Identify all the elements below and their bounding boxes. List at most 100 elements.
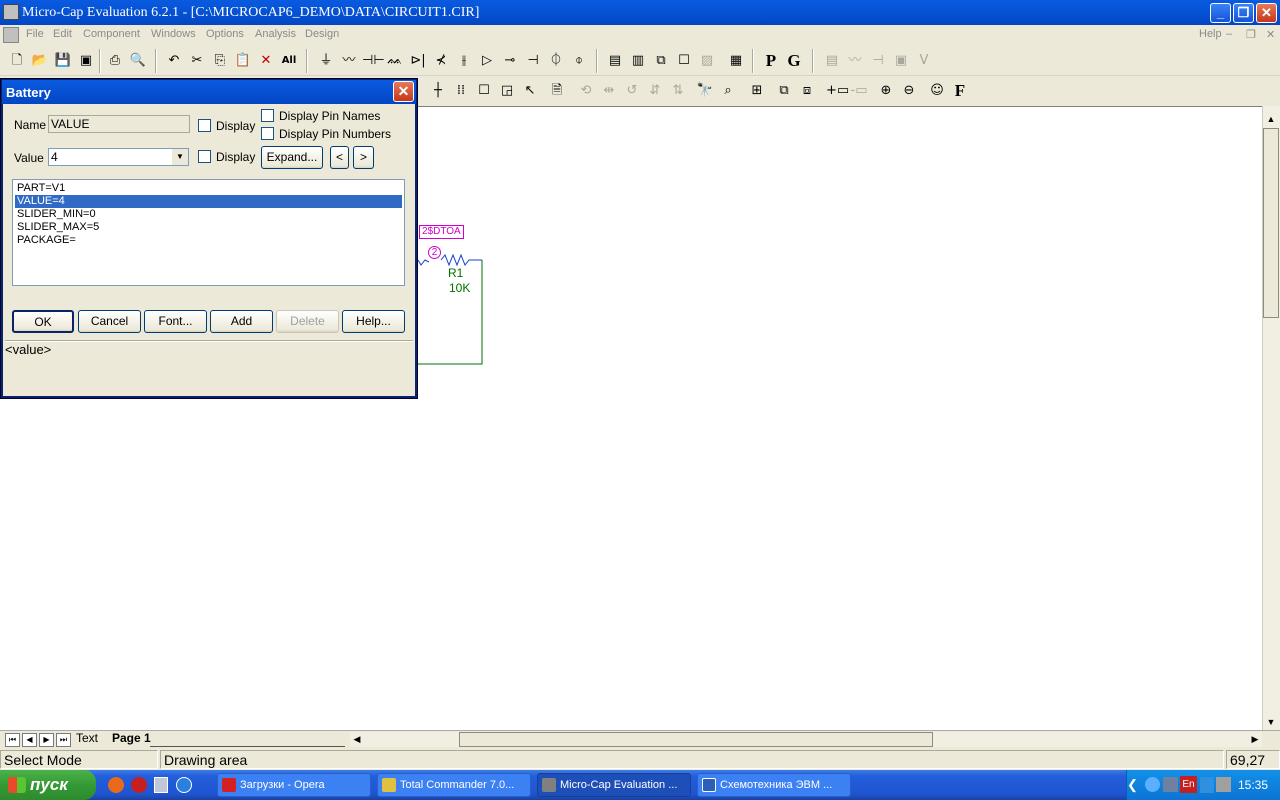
close-button[interactable]: ✕ [1256, 3, 1277, 23]
minimize-button[interactable]: _ [1210, 3, 1231, 23]
find-icon[interactable]: 🔭 [694, 80, 716, 102]
f-button[interactable]: F [949, 80, 971, 102]
language-indicator[interactable]: En [1180, 776, 1197, 793]
list-item[interactable]: SLIDER_MAX=5 [15, 221, 402, 234]
start-button[interactable]: пуск [0, 770, 96, 800]
window-disabled-icon[interactable]: ▨ [696, 50, 718, 72]
switch-icon[interactable]: ⊸ [499, 50, 521, 72]
battery-icon[interactable]: ⫲ [453, 50, 475, 72]
p-button[interactable]: P [760, 50, 782, 72]
menu-help[interactable]: Help [1199, 28, 1222, 40]
task-total-commander[interactable]: Total Commander 7.0... [377, 773, 531, 797]
binoculars-icon[interactable]: ⌕ [717, 80, 739, 102]
copy-icon[interactable]: ⎘ [209, 50, 231, 72]
opamp-icon[interactable]: ▷ [476, 50, 498, 72]
node-icon[interactable]: ⊣ [522, 50, 544, 72]
next-page-icon[interactable]: ▶ [39, 733, 54, 747]
analysis-disabled-icon-5[interactable]: V [913, 50, 935, 72]
tile-vertical-icon[interactable]: ▥ [627, 50, 649, 72]
rotate-disabled-icon[interactable]: ⟲ [575, 80, 597, 102]
print-icon[interactable]: ⎙ [104, 50, 126, 72]
scroll-down-icon[interactable]: ▼ [1263, 714, 1279, 730]
bring-front-icon[interactable]: ⧉ [773, 80, 795, 102]
delete-icon[interactable]: ✕ [255, 50, 277, 72]
list-item[interactable]: PART=V1 [15, 182, 402, 195]
undo-icon[interactable]: ↶ [163, 50, 185, 72]
add-button[interactable]: Add [210, 310, 273, 333]
g-button[interactable]: G [783, 50, 805, 72]
mdi-close-icon[interactable]: ✕ [1266, 28, 1275, 41]
opera-icon[interactable] [131, 777, 147, 793]
mdi-minimize-icon[interactable]: – [1226, 28, 1232, 40]
wire-tool-icon[interactable]: ┼ [427, 80, 449, 102]
ok-button[interactable]: OK [12, 310, 74, 333]
rotate-left-disabled-icon[interactable]: ↺ [621, 80, 643, 102]
zoom-in-icon[interactable]: ⊕ [875, 80, 897, 102]
smiley-icon[interactable]: ☺ [926, 80, 948, 102]
cancel-button[interactable]: Cancel [78, 310, 141, 333]
tray-app-icon[interactable] [1163, 777, 1178, 792]
diode-icon[interactable]: ⊳| [407, 50, 429, 72]
cascade-icon[interactable]: ⧉ [650, 50, 672, 72]
list-item-selected[interactable]: VALUE=4 [15, 195, 402, 208]
menu-component[interactable]: Component [83, 28, 140, 40]
inductor-icon[interactable]: ᨐ [384, 50, 406, 72]
tray-app-icon-2[interactable] [1200, 777, 1214, 793]
value-display-checkbox[interactable] [198, 150, 211, 163]
analysis-disabled-icon-1[interactable]: ▤ [821, 50, 843, 72]
volume-icon[interactable] [1216, 777, 1231, 792]
flip-y-disabled-icon[interactable]: ⇅ [667, 80, 689, 102]
menu-analysis[interactable]: Analysis [255, 28, 296, 40]
scroll-right-icon[interactable]: ▶ [1247, 731, 1263, 747]
analysis-disabled-icon-3[interactable]: ⊣ [867, 50, 889, 72]
scroll-left-icon[interactable]: ◀ [349, 731, 365, 747]
expand-button[interactable]: Expand... [261, 146, 323, 169]
tab-text[interactable]: Text [76, 731, 98, 745]
last-page-icon[interactable]: ⏭ [56, 733, 71, 747]
flip-x-disabled-icon[interactable]: ⇹ [598, 80, 620, 102]
new-file-icon[interactable]: 🗋 [6, 50, 28, 72]
analysis-disabled-icon-2[interactable]: 〰 [844, 50, 866, 72]
current-source-icon[interactable]: ⏀ [545, 50, 567, 72]
grid-icon[interactable]: ⁞⁞ [450, 80, 472, 102]
font-button[interactable]: Font... [144, 310, 207, 333]
window-icon[interactable]: ☐ [673, 50, 695, 72]
tab-page-1[interactable]: Page 1 [112, 731, 151, 745]
scroll-up-icon[interactable]: ▲ [1263, 111, 1279, 127]
calculator-icon[interactable]: ▦ [725, 50, 747, 72]
prev-property-button[interactable]: < [330, 146, 349, 169]
net-label[interactable]: 2$DTOA [419, 225, 464, 239]
properties-list[interactable]: PART=V1 VALUE=4 SLIDER_MIN=0 SLIDER_MAX=… [12, 179, 405, 286]
tile-horizontal-icon[interactable]: ▤ [604, 50, 626, 72]
mirror-disabled-icon[interactable]: ⇵ [644, 80, 666, 102]
mdi-restore-icon[interactable]: ❐ [1246, 28, 1256, 41]
analysis-disabled-icon-4[interactable]: ▣ [890, 50, 912, 72]
firefox-icon[interactable] [108, 777, 124, 793]
region-icon[interactable]: ◲ [496, 80, 518, 102]
menu-windows[interactable]: Windows [151, 28, 196, 40]
zoom-out-icon[interactable]: ⊖ [898, 80, 920, 102]
select-all-icon[interactable]: All [278, 50, 300, 72]
ie-icon[interactable] [176, 777, 192, 793]
display-pin-numbers-checkbox[interactable] [261, 127, 274, 140]
pointer-icon[interactable]: ↖ [519, 80, 541, 102]
resistor-name[interactable]: R1 [448, 266, 463, 280]
menu-options[interactable]: Options [206, 28, 244, 40]
transistor-icon[interactable]: ⊀ [430, 50, 452, 72]
app-icon[interactable] [3, 4, 19, 20]
resistor-icon[interactable]: 〰 [338, 50, 360, 72]
dialog-close-button[interactable]: ✕ [393, 81, 414, 102]
first-page-icon[interactable]: ⏮ [5, 733, 20, 747]
save-icon[interactable]: 💾 [52, 50, 74, 72]
document-icon[interactable] [3, 27, 19, 43]
name-display-checkbox[interactable] [198, 119, 211, 132]
vertical-scroll-thumb[interactable] [1263, 128, 1279, 318]
clock[interactable]: 15:35 [1238, 778, 1268, 792]
list-item[interactable]: PACKAGE= [15, 234, 402, 247]
tray-expand-icon[interactable]: ❮ [1127, 777, 1141, 793]
remove-page-disabled-icon[interactable]: -▭ [848, 80, 870, 102]
task-opera[interactable]: Загрузки - Opera [217, 773, 371, 797]
print-preview-icon[interactable]: 🔍 [127, 50, 149, 72]
value-combobox[interactable]: 4 ▼ [48, 148, 189, 166]
task-microcap[interactable]: Micro-Cap Evaluation ... [537, 773, 691, 797]
